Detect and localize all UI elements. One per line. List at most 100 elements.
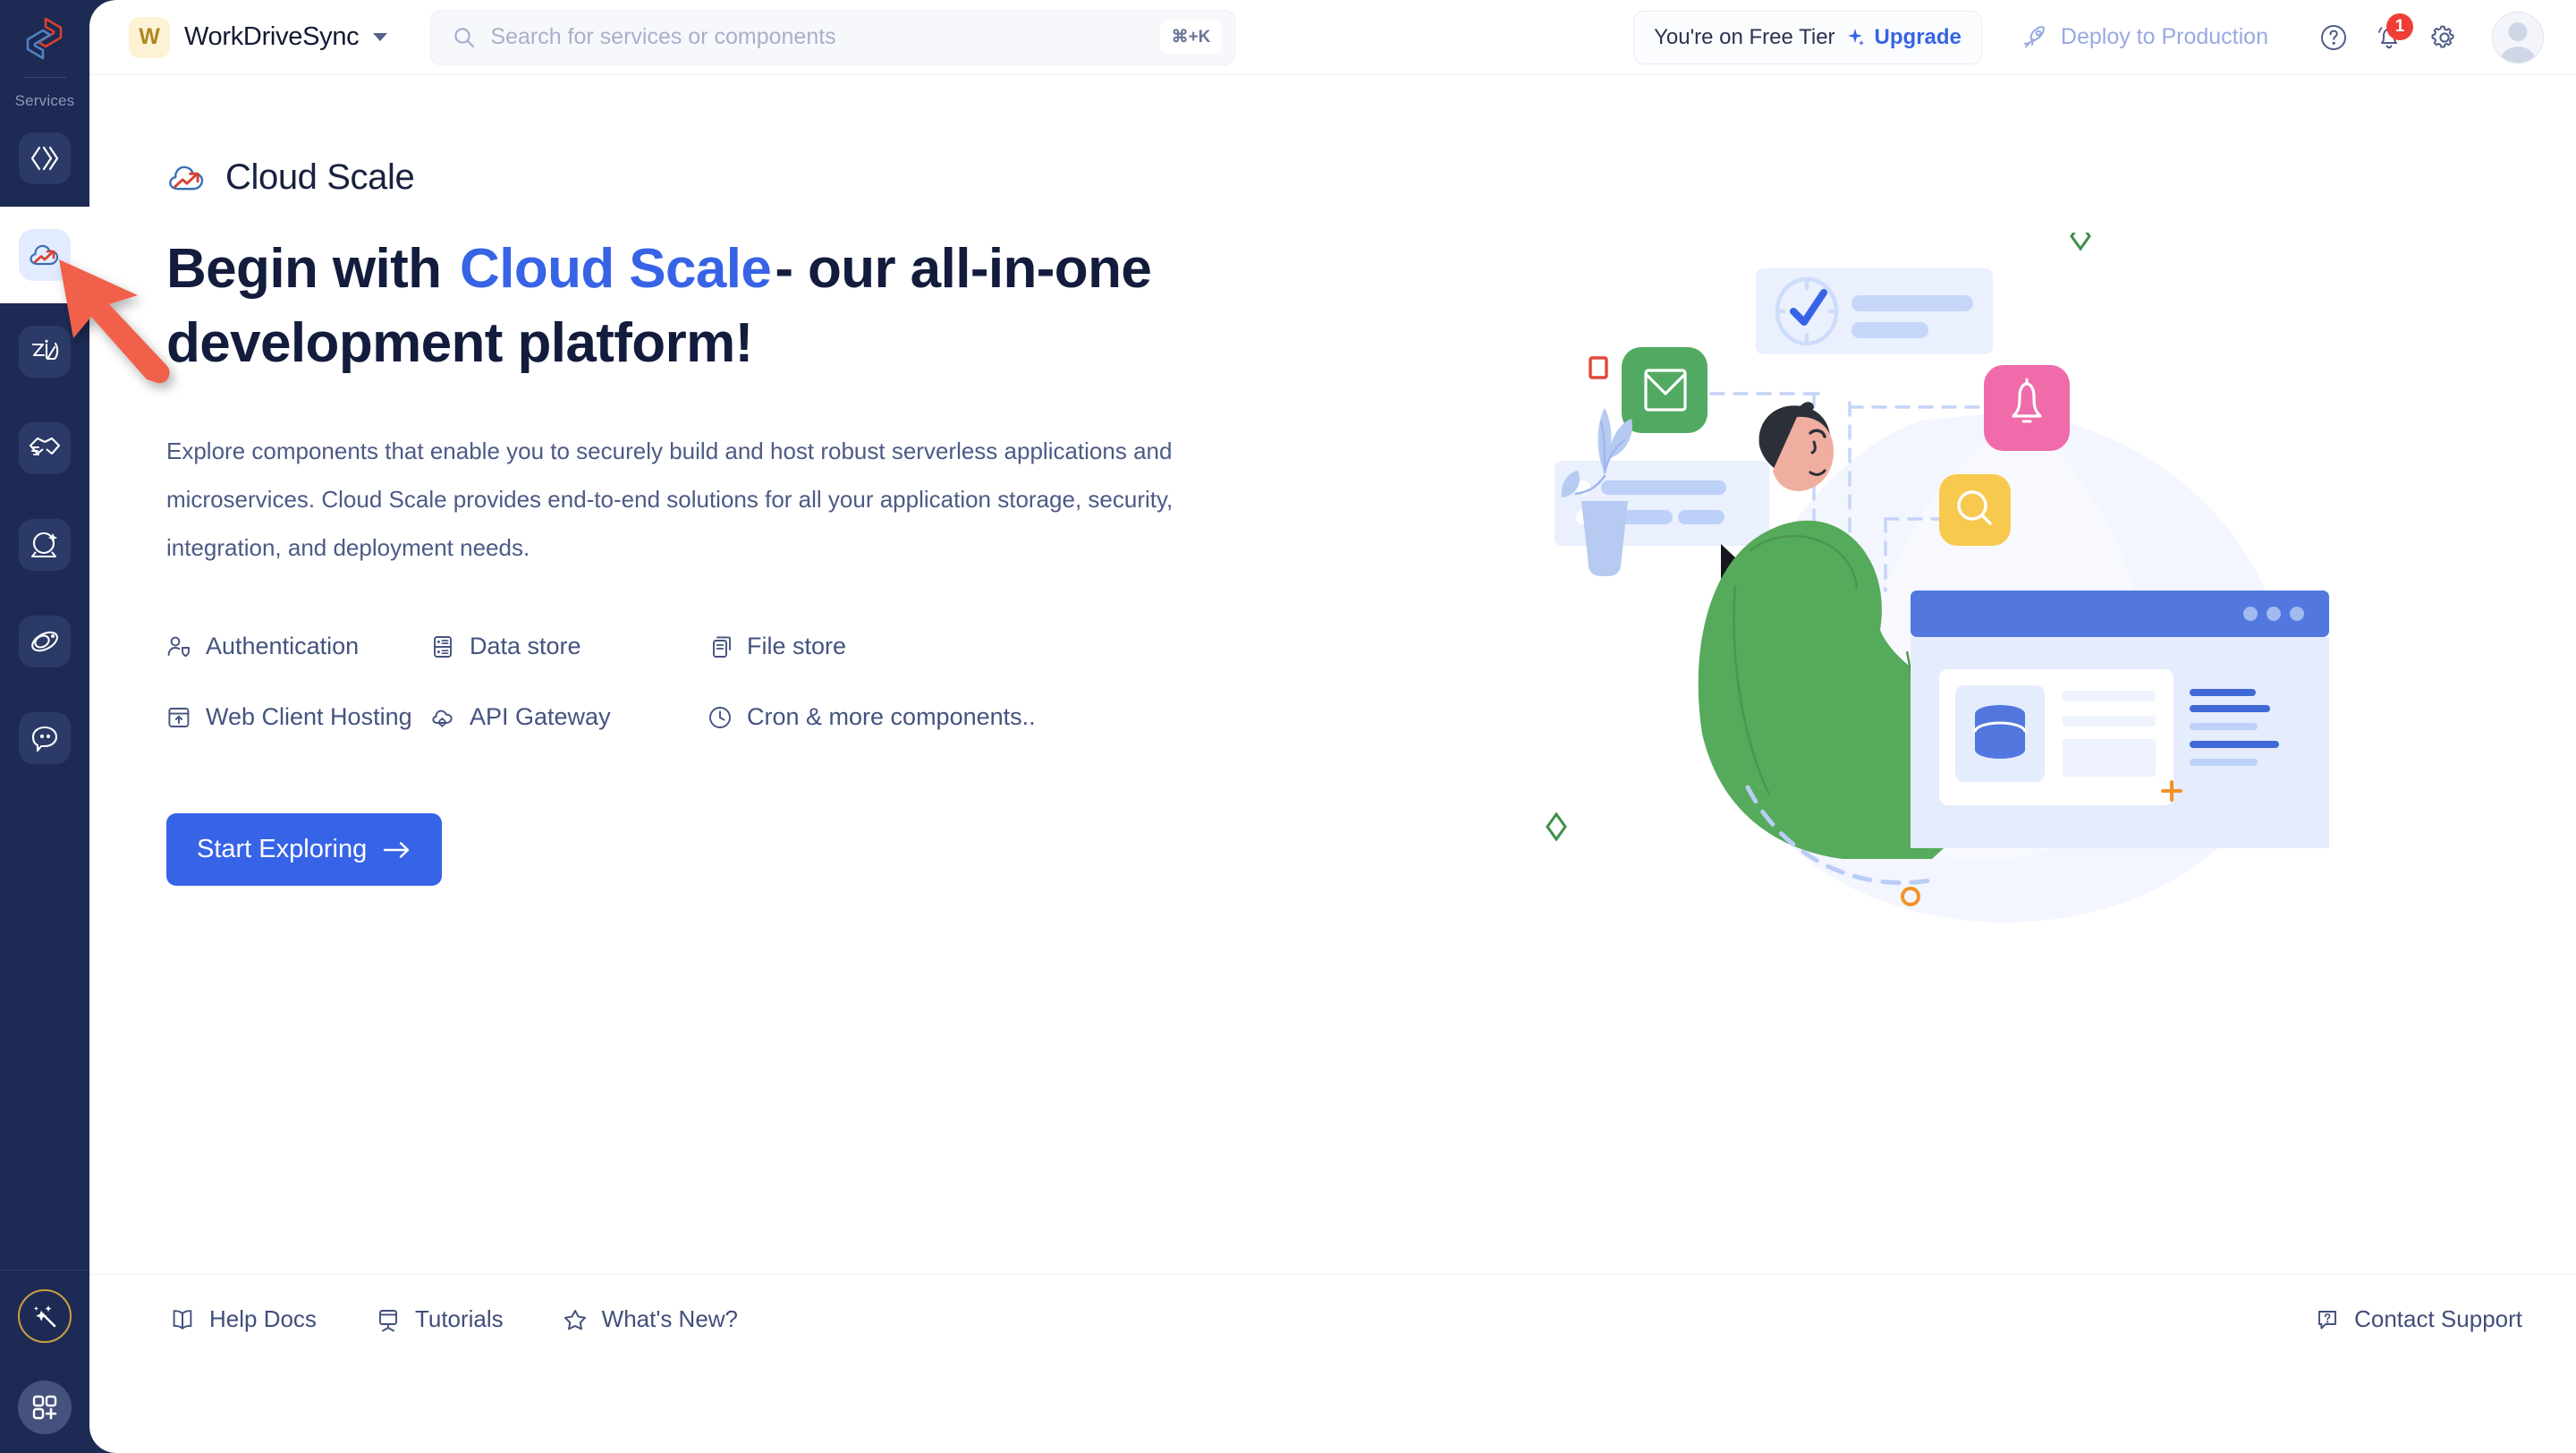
footer-bar: Help Docs Tutorials What's New? Contact … [89, 1274, 2576, 1364]
notification-count-badge: 1 [2386, 13, 2413, 40]
bell-tile [1984, 365, 2070, 451]
avatar[interactable] [2492, 11, 2544, 64]
org-avatar: W [129, 16, 170, 58]
apps-grid-plus-icon [32, 1395, 57, 1420]
cta-label: Start Exploring [197, 835, 368, 864]
zia-ai-icon [31, 339, 59, 361]
footer-link-help-docs[interactable]: Help Docs [170, 1305, 317, 1333]
feature-label: Web Client Hosting [206, 703, 412, 731]
sparkle-icon [1847, 28, 1864, 46]
footer-link-whats-new[interactable]: What's New? [563, 1305, 738, 1333]
brand-name: Cloud Scale [225, 157, 415, 197]
search-input[interactable]: Search for services or components ⌘+K [430, 9, 1236, 65]
sidebar-item-insights-service[interactable] [0, 497, 89, 593]
search-icon [454, 27, 475, 47]
help-circle-icon [2321, 24, 2346, 50]
chat-bubble-icon [31, 726, 58, 752]
app-logo-icon [26, 17, 63, 60]
clock-icon [709, 706, 731, 728]
feature-link-api-gateway[interactable]: API Gateway [430, 703, 708, 731]
feature-label: Cron & more components.. [747, 703, 1036, 731]
footer-link-tutorials[interactable]: Tutorials [376, 1305, 504, 1333]
upgrade-link[interactable]: Upgrade [1875, 25, 1962, 50]
search-tile [1939, 474, 2011, 546]
deploy-label: Deploy to Production [2060, 24, 2268, 49]
top-header: W WorkDriveSync Search for services or c… [89, 0, 2576, 75]
cloud-scale-illustration-svg [1546, 221, 2329, 922]
footer-link-label: Help Docs [209, 1305, 317, 1332]
feature-label: API Gateway [470, 703, 611, 731]
cloud-scale-icon [169, 166, 204, 190]
cloud-gear-icon [432, 710, 453, 727]
browser-window [1911, 591, 2329, 848]
magic-wand-button[interactable] [0, 1270, 89, 1362]
support-label: Contact Support [2354, 1305, 2522, 1332]
crystal-ball-icon [30, 531, 57, 558]
upgrade-banner[interactable]: You're on Free Tier Upgrade [1633, 10, 1982, 64]
feature-link-web-client-hosting[interactable]: Web Client Hosting [166, 703, 430, 731]
question-bubble-icon [2318, 1310, 2337, 1330]
help-button[interactable] [2306, 10, 2361, 65]
checklist-card [1756, 268, 1993, 354]
services-rail: Services [0, 0, 89, 1453]
contact-support-link[interactable]: Contact Support [2315, 1305, 2522, 1333]
magic-wand-icon [34, 1305, 56, 1328]
feature-link-file-store[interactable]: File store [708, 633, 1436, 660]
footer-links: Help Docs Tutorials What's New? [170, 1305, 738, 1333]
green-diamond-decoration-top [2070, 221, 2091, 251]
database-rows-icon [434, 635, 452, 658]
feature-label: Authentication [206, 633, 360, 660]
sidebar-item-zia-service[interactable] [0, 303, 89, 400]
feature-link-authentication[interactable]: Authentication [166, 633, 430, 660]
footer-link-label: Tutorials [414, 1305, 504, 1332]
org-switcher[interactable]: W WorkDriveSync [129, 16, 388, 58]
sidebar-item-integrations-service[interactable] [0, 400, 89, 497]
rail-divider [23, 77, 66, 78]
deploy-to-production-button[interactable]: Deploy to Production [2021, 24, 2268, 51]
mail-tile [1622, 347, 1707, 433]
easel-icon [378, 1309, 397, 1331]
sidebar-item-cloud-scale-service[interactable] [0, 183, 89, 327]
database-icon [1973, 705, 2027, 759]
add-app-button[interactable] [0, 1362, 89, 1453]
footer-link-label: What's New? [601, 1305, 739, 1332]
green-diamond-decoration-bottom [1546, 811, 1567, 842]
feature-link-cron[interactable]: Cron & more components.. [708, 703, 1436, 731]
user-shield-icon [167, 636, 190, 658]
headline-highlight: Cloud Scale [452, 238, 775, 300]
handshake-icon [29, 437, 61, 455]
red-square-decoration [1589, 356, 1608, 379]
headline-before: Begin with [166, 238, 457, 300]
tier-text: You're on Free Tier [1654, 24, 1835, 49]
search-shortcut-badge: ⌘+K [1159, 21, 1223, 54]
book-icon [173, 1309, 192, 1330]
sidebar-item-orbit-service[interactable] [0, 593, 89, 690]
footer-support: Contact Support [2315, 1305, 2522, 1333]
sidebar-item-chat-service[interactable] [0, 690, 89, 786]
star-icon [564, 1309, 586, 1330]
start-exploring-button[interactable]: Start Exploring [166, 813, 443, 887]
settings-button[interactable] [2417, 10, 2472, 65]
app-logo[interactable] [0, 0, 89, 77]
feature-links: Authentication Data store File store Web… [166, 633, 1436, 731]
feature-link-data-store[interactable]: Data store [430, 633, 708, 660]
rail-section-label: Services [14, 92, 75, 109]
feature-label: File store [747, 633, 847, 660]
main-stage: W WorkDriveSync Search for services or c… [89, 0, 2576, 1453]
brand-heading: Cloud Scale [166, 157, 1436, 198]
search-placeholder: Search for services or components [490, 24, 836, 49]
cloud-scale-icon [30, 244, 59, 266]
gear-icon [2431, 25, 2454, 47]
hero-description: Explore components that enable you to se… [166, 438, 1174, 562]
org-name: WorkDriveSync [184, 22, 360, 51]
headline-highlight-text: Cloud Scale [460, 238, 772, 300]
page-title: Begin with Cloud Scale- our all-in-one d… [166, 232, 1436, 380]
rocket-icon [2023, 25, 2045, 47]
hero-illustration [1546, 221, 2458, 1020]
rail-bottom-group [0, 1270, 89, 1453]
orbit-icon [31, 631, 58, 652]
notifications-button[interactable]: 1 [2361, 10, 2417, 65]
code-brackets-icon [30, 146, 59, 171]
browser-upload-icon [168, 707, 190, 727]
header-actions: You're on Free Tier Upgrade Deploy to Pr… [1633, 10, 2544, 65]
